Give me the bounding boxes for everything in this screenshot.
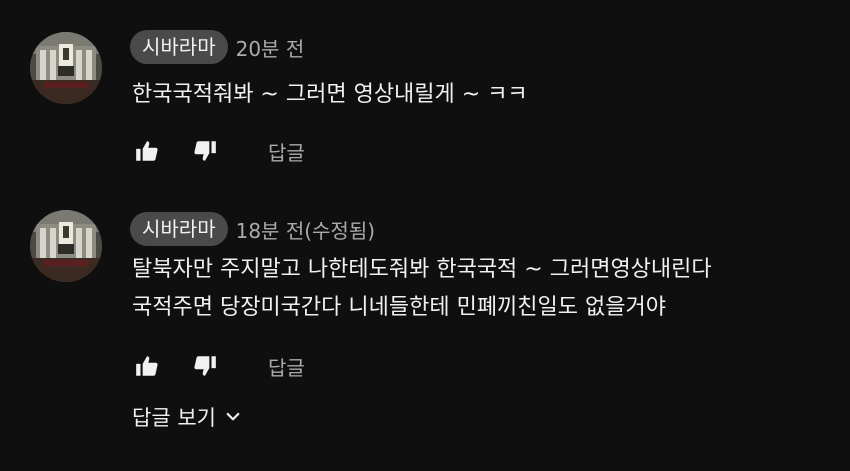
thumb-down-icon[interactable] [188, 349, 222, 383]
comment-thread: 시바라마 20분 전 한국국적줘봐 ~ 그러면 영상내릴게 ~ ㅋㅋ 답글 [0, 0, 850, 190]
comment-text-line: 한국국적줘봐 ~ 그러면 영상내릴게 ~ ㅋㅋ [132, 82, 528, 107]
avatar[interactable] [30, 32, 102, 104]
comment-text-line: 국적주면 당장미국간다 니네들한테 민폐끼친일도 없을거야 [132, 295, 666, 320]
comment-actions: 답글 [130, 134, 305, 168]
view-replies-label: 답글 보기 [132, 406, 216, 430]
comment-text: 한국국적줘봐 ~ 그러면 영상내릴게 ~ ㅋㅋ [132, 76, 832, 114]
author-name[interactable]: 시바라마 [130, 30, 228, 64]
author-name[interactable]: 시바라마 [130, 212, 228, 246]
comment-text-line: 탈북자만 주지말고 나한테도줘봐 한국국적 ~ 그러면영상내린다 [132, 257, 712, 282]
thumb-up-icon[interactable] [130, 134, 164, 168]
view-replies-button[interactable]: 답글 보기 [132, 400, 242, 434]
comment-thread: 시바라마 18분 전(수정됨) 탈북자만 주지말고 나한테도줘봐 한국국적 ~ … [0, 196, 850, 471]
thumb-down-icon[interactable] [188, 134, 222, 168]
comment-actions: 답글 [130, 349, 305, 383]
chevron-down-icon [224, 408, 242, 426]
avatar-image [30, 32, 102, 104]
comment-timestamp[interactable]: 18분 전(수정됨) [236, 215, 375, 244]
comment-timestamp[interactable]: 20분 전 [236, 33, 305, 62]
reply-button[interactable]: 답글 [268, 352, 305, 381]
comment-text: 탈북자만 주지말고 나한테도줘봐 한국국적 ~ 그러면영상내린다 국적주면 당장… [132, 251, 832, 327]
avatar[interactable] [30, 210, 102, 282]
reply-button[interactable]: 답글 [268, 137, 305, 166]
thumb-up-icon[interactable] [130, 349, 164, 383]
comment-header: 시바라마 18분 전(수정됨) [130, 212, 375, 246]
avatar-image [30, 210, 102, 282]
comment-header: 시바라마 20분 전 [130, 30, 304, 64]
